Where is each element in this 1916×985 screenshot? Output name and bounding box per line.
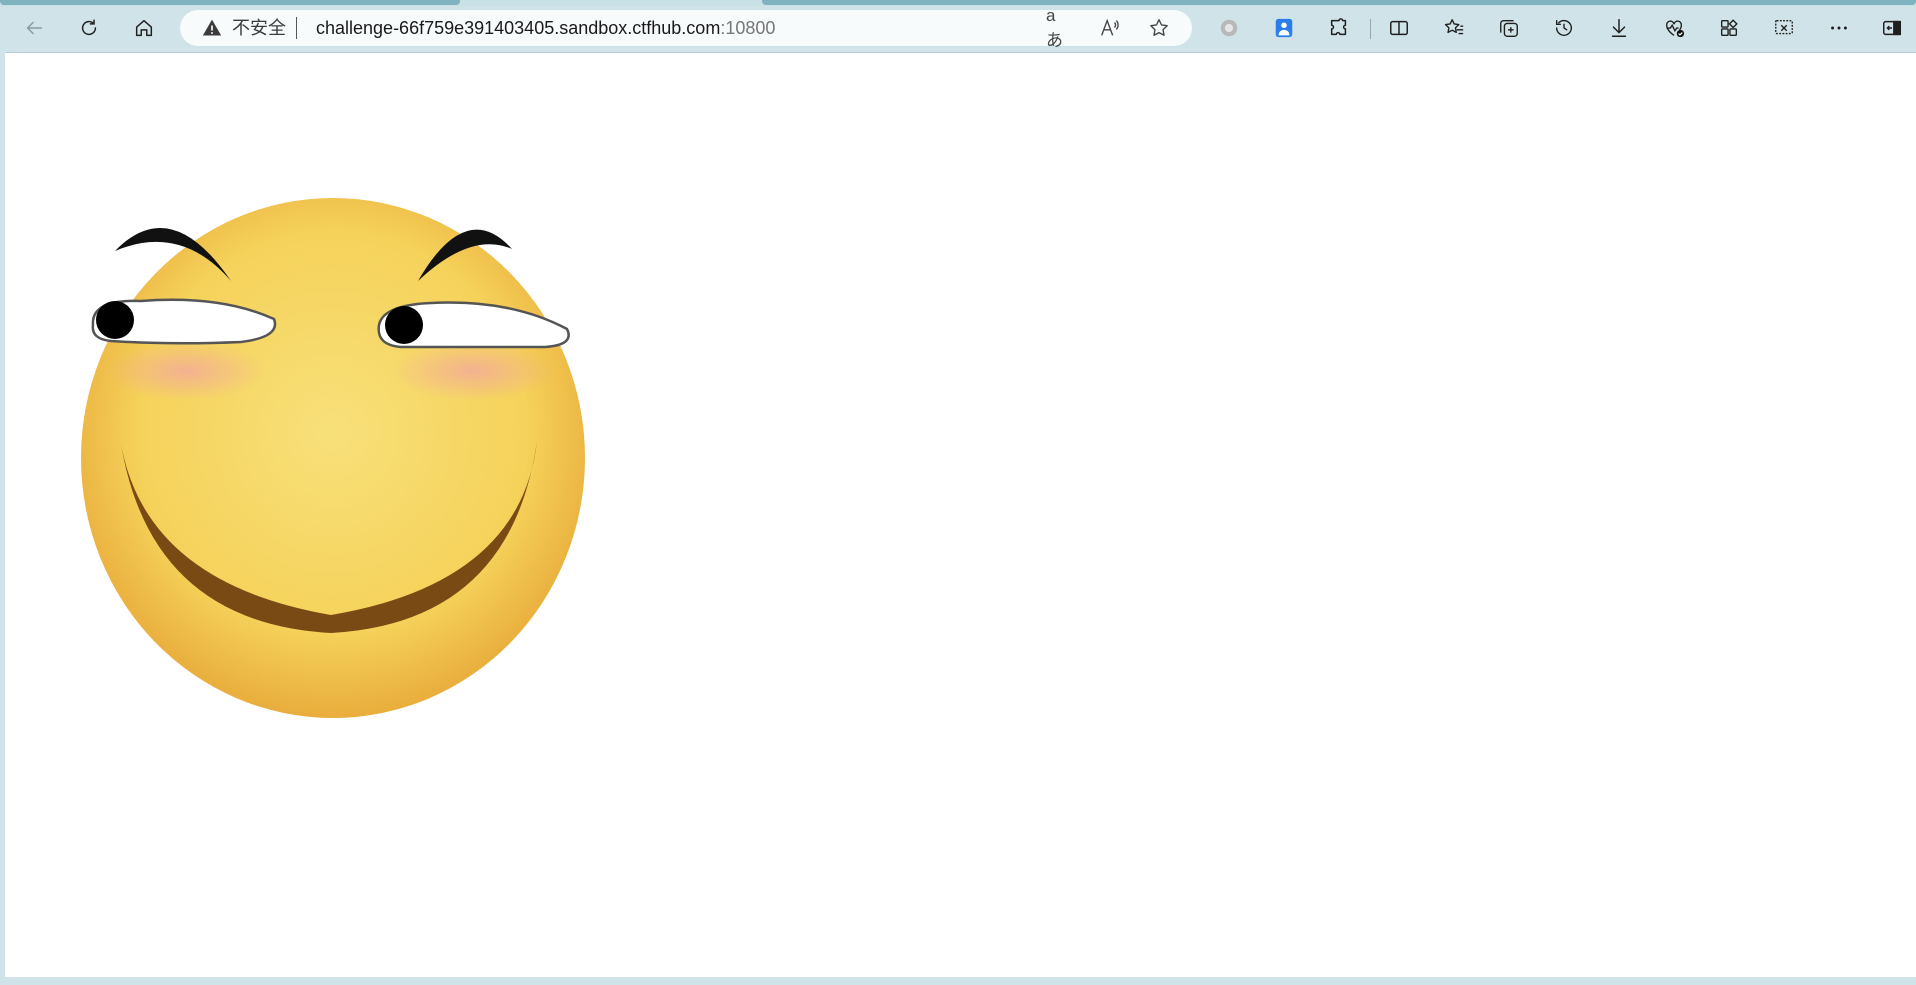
tab-accent-right — [762, 0, 1916, 5]
history-button[interactable] — [1548, 12, 1580, 44]
back-button[interactable] — [18, 12, 50, 44]
performance-icon — [1665, 20, 1685, 38]
address-bar[interactable]: 不安全 challenge-66f759e391403405.sandbox.c… — [180, 6, 1192, 50]
smiley-face-image — [81, 198, 585, 718]
more-button[interactable] — [1823, 12, 1855, 44]
split-screen-icon — [1390, 20, 1408, 36]
collections-button[interactable] — [1493, 12, 1525, 44]
sidebar-toggle-button[interactable] — [1876, 12, 1908, 44]
security-status-label[interactable]: 不安全 — [232, 18, 286, 38]
apps-button[interactable] — [1713, 12, 1745, 44]
apps-icon — [1720, 19, 1738, 37]
translate-icon: aあ — [1046, 5, 1063, 50]
puzzle-icon — [1330, 18, 1347, 36]
home-icon — [135, 19, 153, 37]
window-bottom-edge — [0, 977, 1916, 985]
refresh-icon — [81, 19, 97, 36]
url-port: :10800 — [720, 18, 776, 38]
history-icon — [1555, 19, 1572, 36]
back-icon — [26, 21, 43, 35]
profile-extension-button[interactable] — [1268, 12, 1300, 44]
favorites-icon — [1444, 19, 1464, 35]
translate-button[interactable]: aあ — [1046, 6, 1072, 50]
sidebar-icon — [1883, 20, 1901, 36]
face-circle — [81, 198, 585, 718]
url-host: challenge-66f759e391403405.sandbox.ctfhu… — [316, 18, 721, 38]
address-divider — [296, 17, 297, 39]
split-screen-button[interactable] — [1383, 12, 1415, 44]
downloads-button[interactable] — [1603, 12, 1635, 44]
screenshot-button[interactable] — [1768, 12, 1800, 44]
extensions-button[interactable] — [1323, 12, 1355, 44]
screenshot-icon — [1775, 19, 1793, 35]
performance-button[interactable] — [1658, 12, 1690, 44]
favorites-button[interactable] — [1438, 12, 1470, 44]
read-aloud-button[interactable] — [1096, 16, 1122, 40]
url-text[interactable]: challenge-66f759e391403405.sandbox.ctfhu… — [316, 18, 775, 38]
left-pupil — [96, 301, 134, 339]
favorite-star-button[interactable] — [1146, 16, 1172, 40]
browser-toolbar: 不安全 challenge-66f759e391403405.sandbox.c… — [0, 6, 1916, 50]
toolbar-separator — [1370, 19, 1371, 39]
right-blush — [391, 341, 555, 401]
read-aloud-icon — [1101, 18, 1119, 36]
tab-accent-left — [0, 0, 460, 5]
more-icon — [1831, 26, 1847, 30]
warning-icon — [202, 19, 222, 36]
star-icon — [1150, 19, 1168, 36]
left-blush — [106, 341, 266, 401]
extension-button[interactable] — [1213, 12, 1245, 44]
profile-icon — [1275, 18, 1293, 38]
collections-icon — [1500, 19, 1518, 37]
refresh-button[interactable] — [73, 12, 105, 44]
extension-icon — [1220, 19, 1238, 37]
right-pupil — [385, 306, 423, 344]
page-content — [5, 52, 1916, 978]
download-icon — [1611, 19, 1627, 37]
home-button[interactable] — [128, 12, 160, 44]
